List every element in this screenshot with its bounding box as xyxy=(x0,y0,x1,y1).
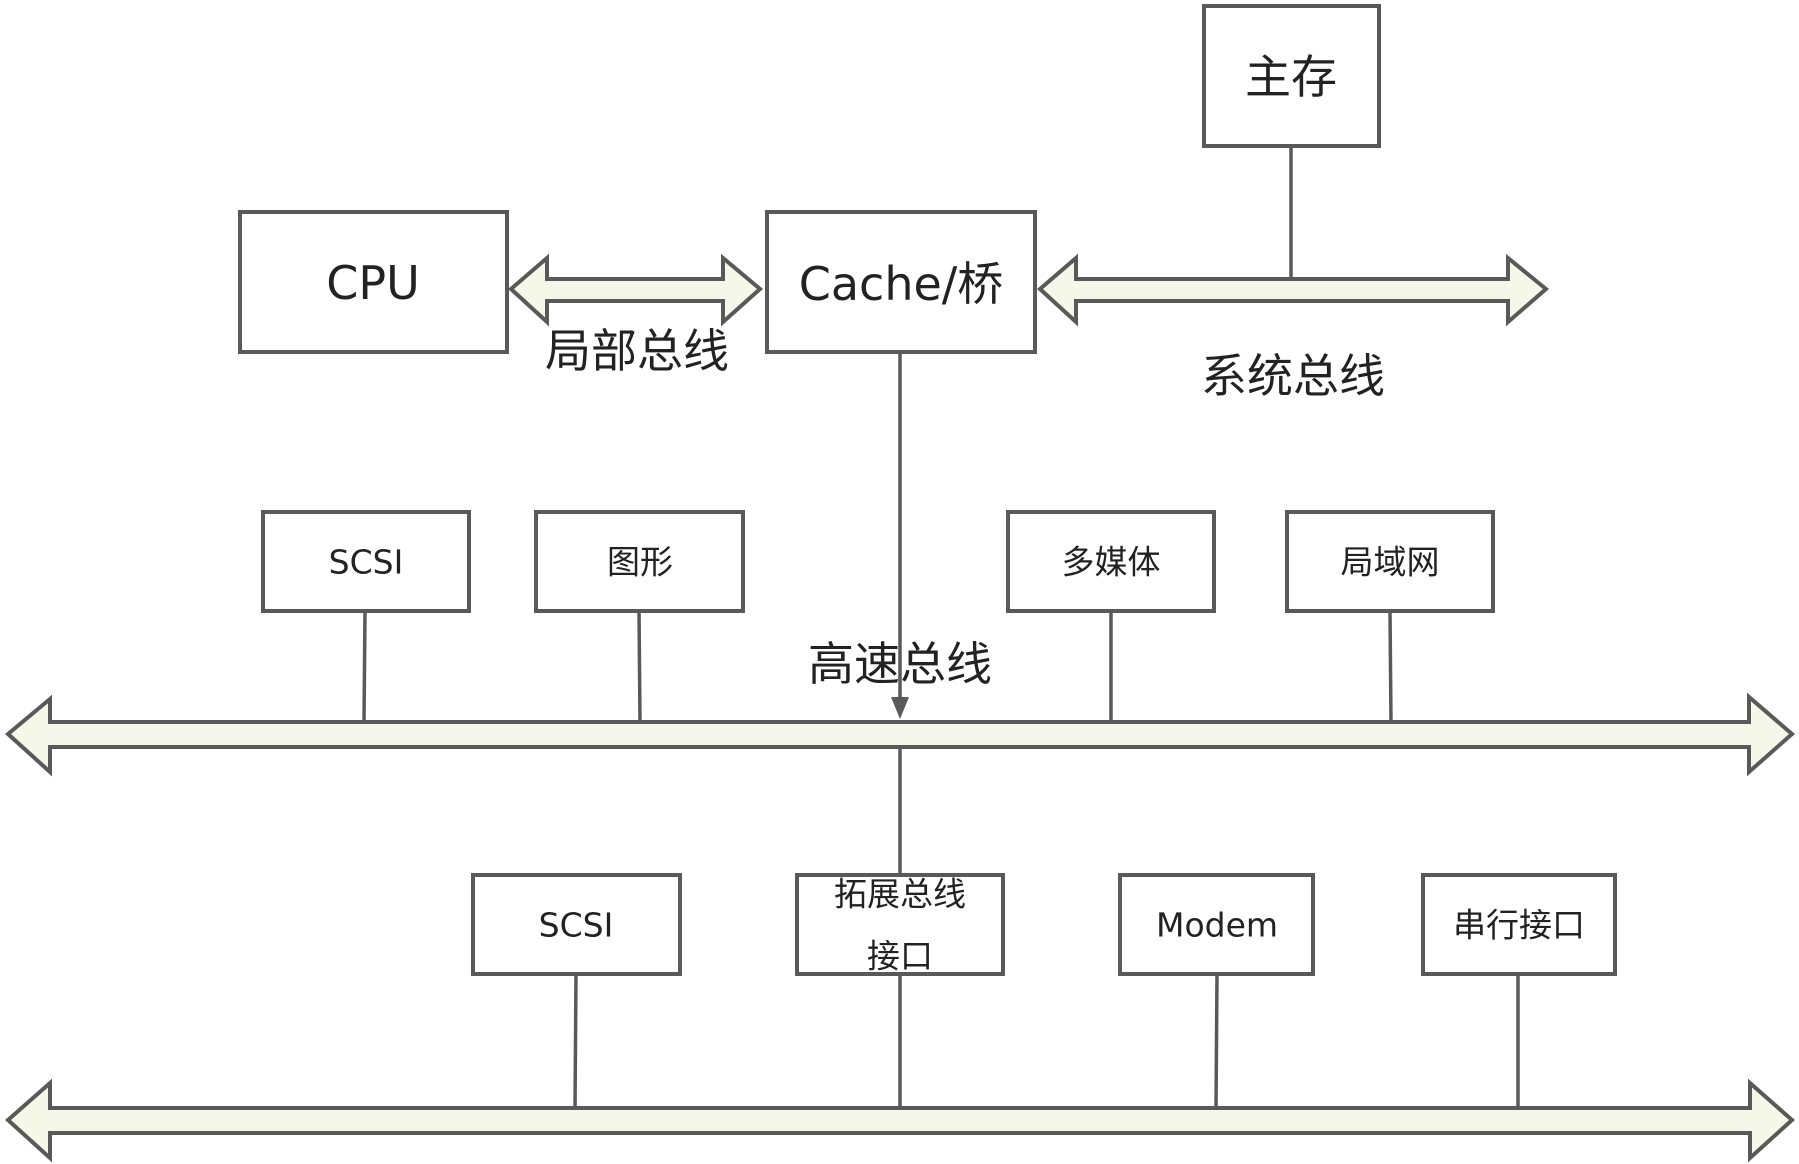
expansion-bus-interface-node[interactable]: 拓展总线 接口 xyxy=(795,873,1005,976)
main-memory-node[interactable]: 主存 xyxy=(1202,4,1381,148)
ex-scsi-node[interactable]: SCSI xyxy=(471,873,682,976)
ex-serial-label: 串行接口 xyxy=(1453,906,1585,945)
hs-scsi-node[interactable]: SCSI xyxy=(261,510,471,613)
cpu-node[interactable]: CPU xyxy=(238,210,509,354)
system-bus-label: 系统总线 xyxy=(1201,349,1385,403)
expansion-bus-interface-label-line2: 接口 xyxy=(867,937,933,976)
hs-graphics-node[interactable]: 图形 xyxy=(534,510,745,613)
ex-serial-node[interactable]: 串行接口 xyxy=(1421,873,1617,976)
cache-bridge-label: Cache/桥 xyxy=(799,257,1004,311)
ex-scsi-label: SCSI xyxy=(539,906,614,945)
hs-graphics-label: 图形 xyxy=(607,543,673,582)
cache-to-highspeed-arrowhead xyxy=(891,697,909,719)
local-bus-label: 局部总线 xyxy=(545,324,729,378)
hs-scsi-wire xyxy=(362,610,367,723)
expansion-bus-interface-label-line1: 拓展总线 xyxy=(834,875,966,914)
cpu-label: CPU xyxy=(326,256,420,310)
main-memory-label: 主存 xyxy=(1245,50,1337,104)
ex-modem-label: Modem xyxy=(1156,906,1278,945)
cache-bridge-node[interactable]: Cache/桥 xyxy=(765,210,1037,354)
hs-multimedia-label: 多媒体 xyxy=(1062,543,1161,582)
hs-lan-node[interactable]: 局域网 xyxy=(1285,510,1495,613)
ex-modem-node[interactable]: Modem xyxy=(1118,873,1315,976)
hs-scsi-label: SCSI xyxy=(329,543,404,582)
local-bus-arrow xyxy=(507,253,764,327)
ex-scsi-wire xyxy=(573,973,578,1109)
hs-multimedia-node[interactable]: 多媒体 xyxy=(1006,510,1216,613)
hs-lan-label: 局域网 xyxy=(1341,543,1440,582)
hs-graphics-wire xyxy=(637,610,642,723)
high-speed-bus-label: 高速总线 xyxy=(808,637,992,691)
ex-modem-wire xyxy=(1214,973,1219,1109)
system-bus-arrow xyxy=(1036,253,1550,327)
bus-architecture-diagram: 主存 CPU Cache/桥 局部总线 系统总线 高速总线 SCSI 图形 多媒… xyxy=(4,4,1796,1163)
hs-lan-wire xyxy=(1388,610,1393,723)
